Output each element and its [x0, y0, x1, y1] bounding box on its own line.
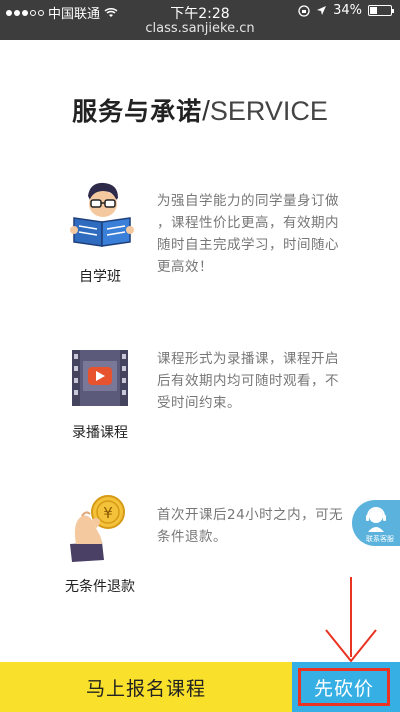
headset-icon	[366, 507, 386, 532]
desc-line: 为强自学能力的同学量身订做	[157, 193, 339, 209]
title-cn: 服务与承诺	[72, 97, 203, 126]
bargain-button[interactable]: 先砍价	[292, 662, 400, 712]
battery-icon	[368, 5, 394, 16]
coin-refund-icon: ¥	[70, 495, 125, 562]
bottom-action-bar: 马上报名课程 先砍价	[0, 662, 400, 712]
enroll-course-button[interactable]: 马上报名课程	[0, 662, 292, 712]
feature-description: 首次开课后24小时之内，可无 条件退款。	[157, 504, 367, 548]
svg-text:¥: ¥	[103, 504, 113, 522]
feature-label: 自学班	[79, 269, 121, 285]
feature-label: 无条件退款	[65, 579, 135, 595]
customer-service-label: 联系客服	[366, 535, 394, 543]
feature-label: 录播课程	[72, 425, 128, 441]
page-url[interactable]: class.sanjieke.cn	[0, 21, 400, 36]
desc-line: 条件退款。	[157, 529, 227, 545]
desc-line: 后有效期内均可随时观看，不	[157, 373, 339, 389]
title-slash: /	[202, 95, 210, 126]
reader-icon	[70, 182, 134, 247]
desc-line: 受时间约束。	[157, 395, 241, 411]
status-bar: 中国联通 下午2:28 34% class.sanjieke.cn	[0, 0, 400, 40]
location-icon	[317, 6, 327, 15]
desc-line: 随时自主完成学习，时间随心	[157, 237, 339, 253]
video-film-icon	[72, 350, 128, 406]
rotation-lock-icon	[298, 4, 310, 17]
battery-percent: 34%	[333, 3, 362, 18]
title-en: SERVICE	[209, 96, 328, 126]
arrow-down-icon	[325, 577, 377, 663]
desc-line: 首次开课后24小时之内，可无	[157, 507, 344, 523]
desc-line: ，课程性价比更高，有效期内	[157, 215, 339, 231]
page-title: 服务与承诺/SERVICE	[0, 92, 400, 128]
feature-description: 为强自学能力的同学量身订做 ，课程性价比更高，有效期内 随时自主完成学习，时间随…	[157, 190, 367, 278]
desc-line: 课程形式为录播课，课程开启	[157, 351, 339, 367]
bargain-button-label[interactable]: 先砍价	[298, 668, 390, 706]
feature-description: 课程形式为录播课，课程开启 后有效期内均可随时观看，不 受时间约束。	[157, 348, 367, 414]
desc-line: 更高效！	[157, 259, 213, 275]
customer-service-button[interactable]: 联系客服	[352, 500, 400, 546]
